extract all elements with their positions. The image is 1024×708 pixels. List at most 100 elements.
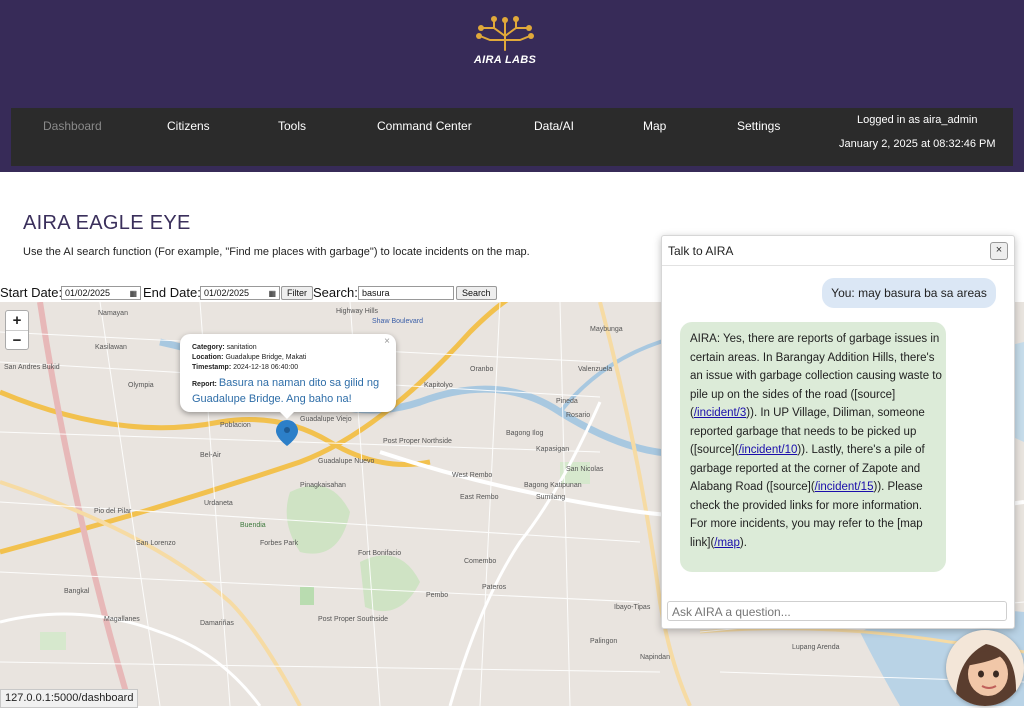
page-title: AIRA EAGLE EYE <box>23 212 191 234</box>
map-label: Rosario <box>566 412 591 419</box>
chat-close-button[interactable]: × <box>990 242 1008 260</box>
popup-pointer <box>279 411 295 419</box>
map-label: Pembo <box>426 592 449 599</box>
map-label: Ibayo-Tipas <box>614 604 651 611</box>
nav-map[interactable]: Map <box>643 119 666 133</box>
incident-link[interactable]: /incident/3 <box>694 407 746 419</box>
popup-location: Guadalupe Bridge, Makati <box>225 354 307 361</box>
chat-panel: Talk to AIRA × You: may basura ba sa are… <box>661 235 1015 629</box>
start-date-value: 01/02/2025 <box>65 288 111 298</box>
logo-text: AIRA LABS <box>473 54 537 66</box>
chat-input[interactable]: Ask AIRA a question... <box>667 601 1007 621</box>
circuit-tree-icon <box>476 16 534 51</box>
map-label: Bagong Katipunan <box>524 482 582 489</box>
popup-timestamp-label: Timestamp: <box>192 364 232 371</box>
popup-category-label: Category: <box>192 344 225 351</box>
map-label: Pineda <box>556 398 578 405</box>
map-label: Guadalupe Nuevo <box>318 458 375 465</box>
map-label: Bagong Ilog <box>506 430 544 437</box>
nav-dashboard[interactable]: Dashboard <box>43 119 102 133</box>
map-label: Namayan <box>98 310 128 317</box>
nav-command-center[interactable]: Command Center <box>377 119 472 133</box>
map-label: Sumilang <box>536 494 566 501</box>
main-navbar: Dashboard Citizens Tools Command Center … <box>11 108 1013 166</box>
login-status: Logged in as aira_admin <box>857 114 978 126</box>
page-description: Use the AI search function (For example,… <box>23 246 530 258</box>
incident-link[interactable]: /incident/15 <box>815 481 874 493</box>
map-label: Pio del Pilar <box>94 508 132 515</box>
map-label: Forbes Park <box>260 540 299 547</box>
map-label: Fort Bonifacio <box>358 550 402 557</box>
search-button[interactable]: Search <box>456 286 497 300</box>
ai-message-text: AIRA: Yes, there are reports of garbage … <box>690 330 942 552</box>
end-date-label: End Date: <box>143 285 201 300</box>
filter-button[interactable]: Filter <box>281 286 313 300</box>
ai-message: AIRA: Yes, there are reports of garbage … <box>680 322 946 572</box>
map-label: Pinagkaisahan <box>300 482 346 489</box>
map-label: Pateros <box>482 584 507 591</box>
avatar-face-icon <box>955 644 1016 706</box>
search-value: basura <box>362 288 390 298</box>
map-label: Magallanes <box>104 616 140 623</box>
popup-report: Basura na naman dito sa gilid ng Guadalu… <box>192 377 380 405</box>
user-message: You: may basura ba sa areas <box>822 278 996 308</box>
current-datetime: January 2, 2025 at 08:32:46 PM <box>839 138 996 150</box>
popup-report-label: Report: <box>192 381 217 388</box>
incident-popup: × Category: sanitation Location: Guadalu… <box>180 334 396 412</box>
map-label: San Lorenzo <box>136 540 176 547</box>
map-label: Post Proper Northside <box>383 438 452 445</box>
map-label: Damariñas <box>200 620 234 627</box>
incident-link[interactable]: /incident/10 <box>739 444 798 456</box>
map-label: Urdaneta <box>204 500 233 507</box>
map-label: San Andres Bukid <box>4 364 60 371</box>
map-label: Maybunga <box>590 326 623 333</box>
chat-divider <box>662 265 1014 266</box>
chat-title: Talk to AIRA <box>668 244 734 258</box>
browser-status-bar: 127.0.0.1:5000/dashboard <box>0 689 139 708</box>
map-label: San Nicolas <box>566 466 604 473</box>
start-date-label: Start Date: <box>0 285 63 300</box>
map-label: Buendia <box>240 522 266 529</box>
map-label: Poblacion <box>220 422 251 429</box>
start-date-input[interactable]: 01/02/2025 ▦ <box>61 286 141 300</box>
map-label: Comembo <box>464 558 497 565</box>
map-link[interactable]: /map <box>714 537 740 549</box>
search-label: Search: <box>313 285 358 300</box>
popup-category: sanitation <box>226 344 257 351</box>
search-input[interactable]: basura <box>358 286 454 300</box>
map-label: Oranbo <box>470 366 494 373</box>
calendar-icon[interactable]: ▦ <box>268 288 276 300</box>
zoom-out-button[interactable]: − <box>6 331 28 350</box>
popup-close-icon[interactable]: × <box>384 336 390 347</box>
map-label: East Rembo <box>460 494 499 501</box>
header: AIRA LABS Dashboard Citizens Tools Comma… <box>0 0 1024 172</box>
map-label: Valenzuela <box>578 366 613 373</box>
aira-labs-logo[interactable]: AIRA LABS <box>470 14 540 66</box>
map-label: Lupang Arenda <box>792 644 840 651</box>
nav-settings[interactable]: Settings <box>737 119 780 133</box>
nav-tools[interactable]: Tools <box>278 119 306 133</box>
popup-timestamp: 2024-12-18 06:40:00 <box>233 364 299 371</box>
map-label: Olympia <box>128 382 154 389</box>
zoom-control: + − <box>5 310 29 350</box>
nav-data-ai[interactable]: Data/AI <box>534 119 574 133</box>
map-label: Palingon <box>590 638 618 645</box>
map-label: Napindan <box>640 654 670 661</box>
popup-location-label: Location: <box>192 354 224 361</box>
map-label: Kapasigan <box>536 446 570 453</box>
end-date-input[interactable]: 01/02/2025 ▦ <box>200 286 280 300</box>
end-date-value: 01/02/2025 <box>204 288 250 298</box>
aira-avatar[interactable] <box>946 630 1024 706</box>
calendar-icon[interactable]: ▦ <box>129 288 137 300</box>
nav-citizens[interactable]: Citizens <box>167 119 210 133</box>
map-label: Shaw Boulevard <box>372 318 423 325</box>
map-label: Bangkal <box>64 588 90 595</box>
map-label: Highway Hills <box>336 308 379 315</box>
map-label: Bel-Air <box>200 452 222 459</box>
ai-text-part: ). <box>739 536 747 549</box>
map-label: West Rembo <box>452 472 493 479</box>
map-label: Guadalupe Viejo <box>300 416 352 423</box>
map-label: Kasilawan <box>95 344 127 351</box>
zoom-in-button[interactable]: + <box>6 311 28 331</box>
map-label: Post Proper Southside <box>318 616 389 623</box>
